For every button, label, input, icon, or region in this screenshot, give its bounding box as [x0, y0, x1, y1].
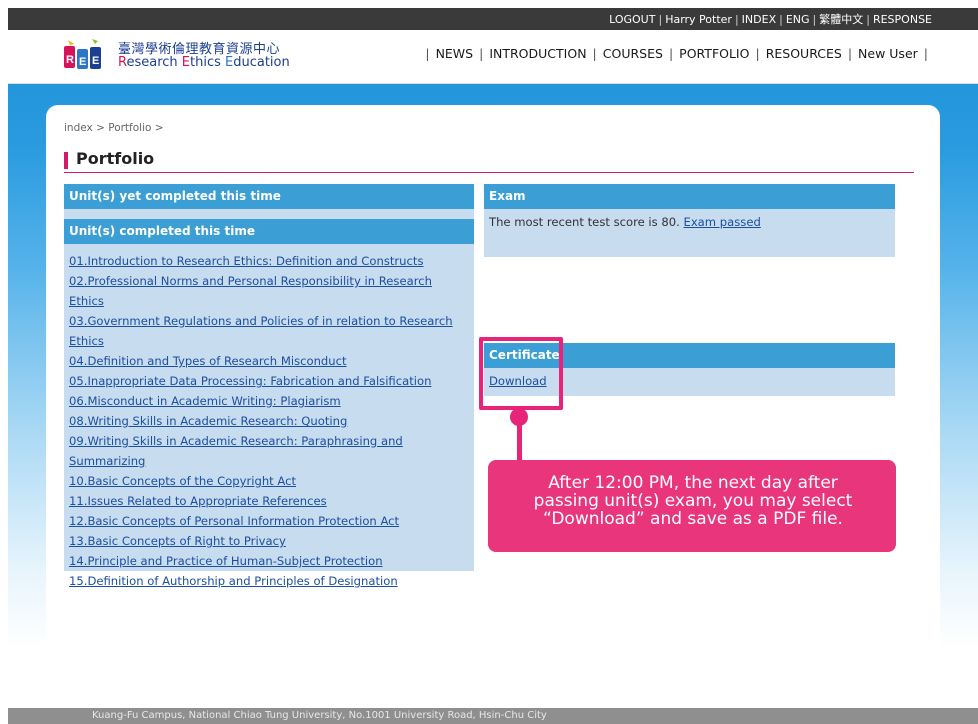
- unit-link[interactable]: 04.Definition and Types of Research Misc…: [69, 351, 469, 371]
- unit-link[interactable]: 10.Basic Concepts of the Copyright Act: [69, 471, 469, 491]
- content-card: index > Portfolio > Portfolio Unit(s) ye…: [46, 105, 940, 724]
- logo-letter-e2: E: [225, 55, 234, 70]
- breadcrumb: index > Portfolio >: [64, 122, 164, 134]
- nav-separator: |: [755, 46, 760, 61]
- breadcrumb-portfolio-link[interactable]: Portfolio: [108, 122, 151, 134]
- topbar-separator: |: [779, 12, 783, 26]
- topbar-separator: |: [658, 12, 663, 26]
- nav-separator: |: [847, 46, 853, 61]
- nav-separator: |: [592, 46, 597, 61]
- nav-separator: |: [923, 46, 928, 61]
- logo-word-rest: thics: [190, 55, 226, 70]
- nav-separator: |: [479, 46, 484, 61]
- response-link[interactable]: RESPONSE: [873, 13, 932, 26]
- logout-link[interactable]: LOGOUT: [609, 13, 655, 26]
- unit-link[interactable]: 12.Basic Concepts of Personal Informatio…: [69, 511, 469, 531]
- unit-link[interactable]: 02.Professional Norms and Personal Respo…: [69, 271, 469, 311]
- site-footer: Kuang-Fu Campus, National Chiao Tung Uni…: [8, 708, 978, 724]
- unit-link[interactable]: 08.Writing Skills in Academic Research: …: [69, 411, 469, 431]
- callout-line: “Download” and save as a PDF file.: [543, 509, 843, 529]
- nav-courses[interactable]: COURSES: [603, 46, 663, 61]
- units-completed-header: Unit(s) completed this time: [64, 219, 474, 244]
- breadcrumb-separator: >: [154, 122, 164, 134]
- user-name-link[interactable]: Harry Potter: [665, 13, 732, 26]
- english-language-link[interactable]: ENG: [786, 13, 810, 26]
- unit-link[interactable]: 15.Definition of Authorship and Principl…: [69, 571, 469, 591]
- logo-letter-e: E: [181, 55, 190, 70]
- topbar-separator: |: [866, 12, 870, 26]
- logo-word-rest: ducation: [233, 55, 290, 70]
- site-header: R E E 臺灣學術倫理教育資源中心 Research Ethics Educa…: [8, 30, 978, 84]
- breadcrumb-index-link[interactable]: index: [64, 122, 93, 134]
- status-column: Exam The most recent test score is 80. E…: [484, 184, 895, 396]
- ree-logo-icon: R E E: [64, 39, 101, 69]
- breadcrumb-separator: >: [96, 122, 105, 134]
- title-accent-bar: [64, 152, 68, 169]
- exam-header: Exam: [484, 184, 895, 209]
- callout-line: passing unit(s) exam, you may select: [533, 491, 853, 511]
- topbar-separator: |: [734, 12, 739, 26]
- unit-link[interactable]: 11.Issues Related to Appropriate Referen…: [69, 491, 469, 511]
- nav-separator: |: [668, 46, 674, 61]
- page-title: Portfolio: [76, 149, 155, 168]
- index-link[interactable]: INDEX: [742, 13, 776, 26]
- page-frame: LOGOUT | Harry Potter | INDEX | ENG | 繁體…: [8, 8, 978, 724]
- svg-text:R: R: [66, 54, 74, 66]
- unit-link[interactable]: 05.Inappropriate Data Processing: Fabric…: [69, 371, 469, 391]
- callout-line: After 12:00 PM, the next day after: [548, 473, 838, 493]
- logo-english-name: Research Ethics Education: [118, 55, 290, 70]
- units-yet-completed-body: [64, 209, 474, 219]
- units-yet-completed-header: Unit(s) yet completed this time: [64, 184, 474, 209]
- nav-news[interactable]: NEWS: [436, 46, 474, 61]
- footer-address: Kuang-Fu Campus, National Chiao Tung Uni…: [92, 710, 547, 721]
- exam-body: The most recent test score is 80. Exam p…: [484, 209, 895, 257]
- svg-text:E: E: [92, 55, 99, 67]
- exam-score-text: The most recent test score is 80.: [489, 215, 680, 229]
- unit-link[interactable]: 06.Misconduct in Academic Writing: Plagi…: [69, 391, 469, 411]
- unit-link[interactable]: 09.Writing Skills in Academic Research: …: [69, 431, 469, 471]
- nav-introduction[interactable]: INTRODUCTION: [489, 46, 586, 61]
- download-instruction-callout: After 12:00 PM, the next day after passi…: [488, 460, 896, 552]
- nav-resources[interactable]: RESOURCES: [766, 46, 842, 61]
- nav-portfolio[interactable]: PORTFOLIO: [679, 46, 749, 61]
- page-title-section: Portfolio: [64, 149, 914, 173]
- logo-word-rest: esearch: [126, 55, 182, 70]
- completed-units-list: 01.Introduction to Research Ethics: Defi…: [64, 244, 474, 588]
- main-navigation: | NEWS | INTRODUCTION | COURSES | PORTFO…: [419, 46, 934, 61]
- top-utility-bar: LOGOUT | Harry Potter | INDEX | ENG | 繁體…: [8, 8, 978, 30]
- exam-passed-link[interactable]: Exam passed: [684, 215, 761, 229]
- nav-separator: |: [425, 46, 430, 61]
- unit-link[interactable]: 14.Principle and Practice of Human-Subje…: [69, 551, 469, 571]
- topbar-separator: |: [812, 12, 817, 26]
- unit-link[interactable]: 01.Introduction to Research Ethics: Defi…: [69, 251, 469, 271]
- svg-text:E: E: [79, 56, 86, 68]
- download-highlight-box: [479, 337, 563, 410]
- unit-link[interactable]: 13.Basic Concepts of Right to Privacy: [69, 531, 469, 551]
- units-column: Unit(s) yet completed this time Unit(s) …: [64, 184, 474, 588]
- nav-new-user[interactable]: New User: [858, 46, 918, 61]
- traditional-chinese-language-link[interactable]: 繁體中文: [819, 11, 863, 27]
- unit-link[interactable]: 03.Government Regulations and Policies o…: [69, 311, 469, 351]
- site-logo[interactable]: R E E 臺灣學術倫理教育資源中心 Research Ethics Educa…: [62, 36, 306, 76]
